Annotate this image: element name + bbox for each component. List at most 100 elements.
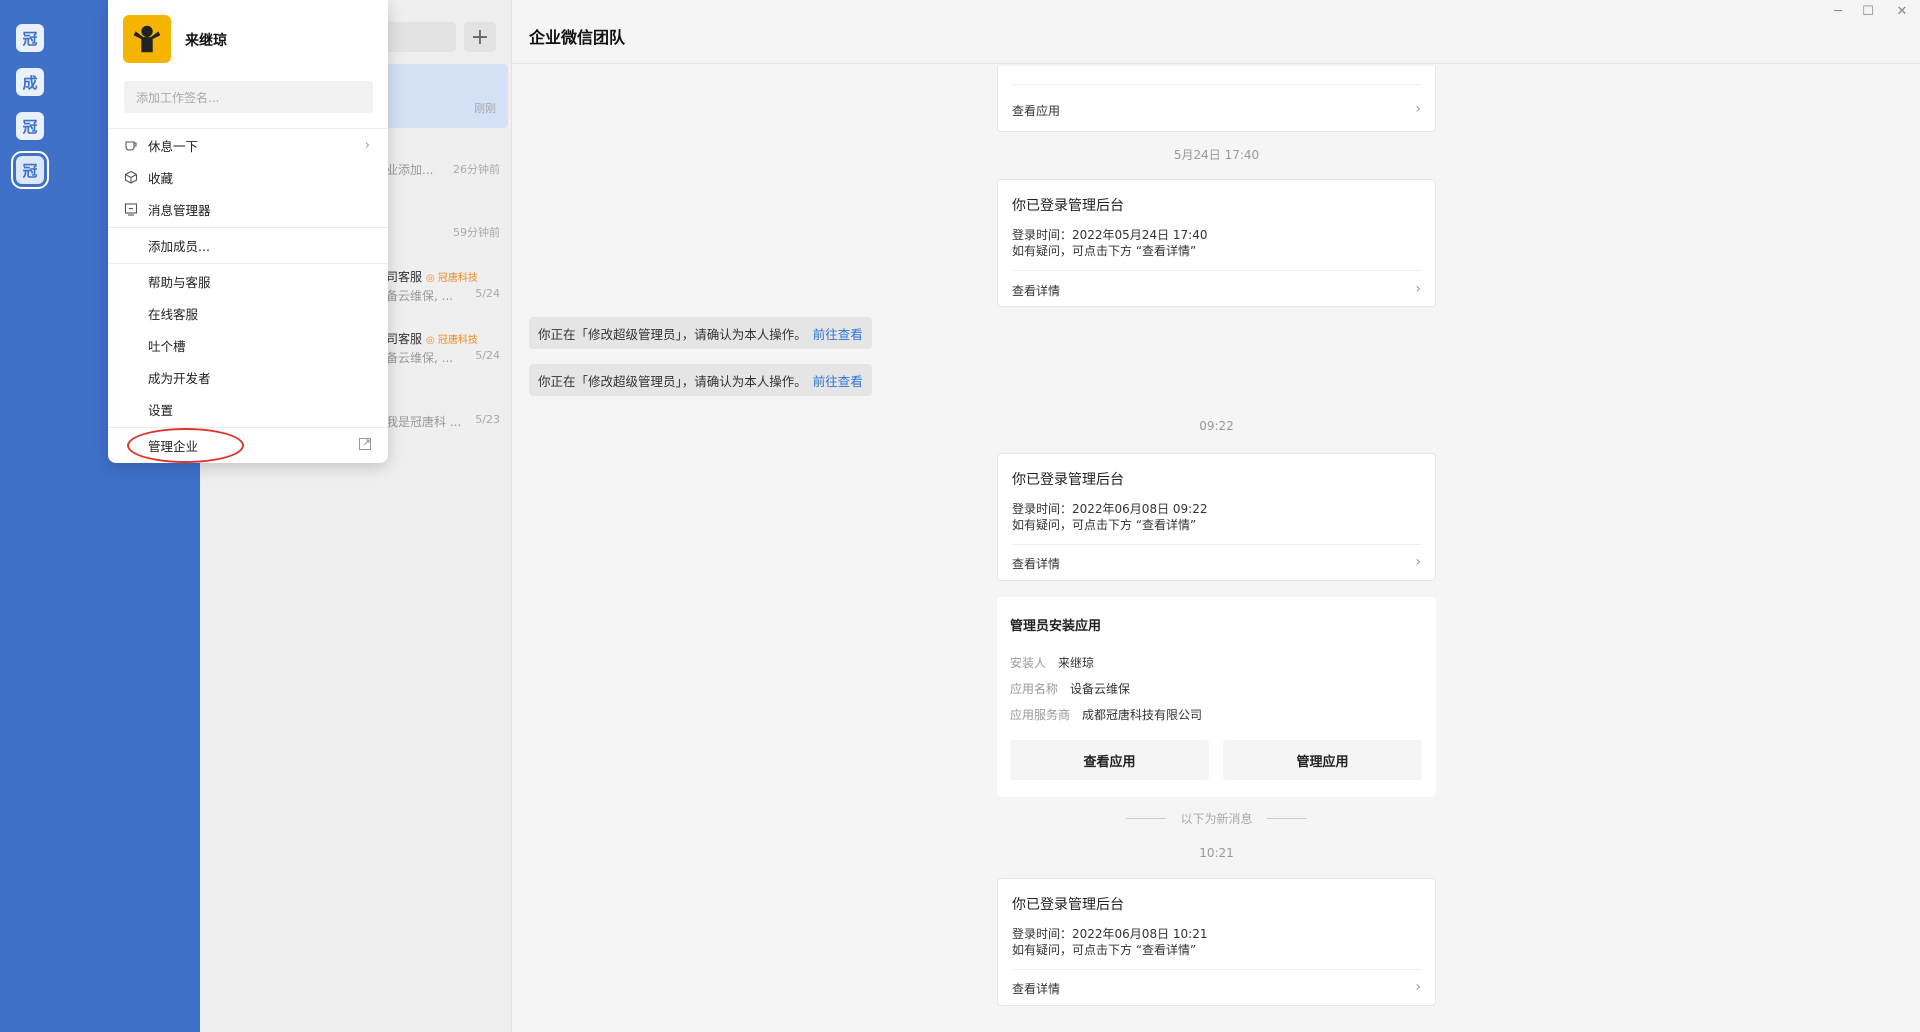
- coffee-cup-icon: [123, 137, 139, 153]
- message-manager-icon: [123, 201, 139, 217]
- maximize-icon[interactable]: ☐: [1858, 4, 1878, 19]
- view-details-link[interactable]: 查看详情: [1012, 555, 1060, 572]
- profile-name: 来继琼: [185, 33, 227, 49]
- menu-item-label: 收藏: [148, 170, 174, 186]
- menu-item-favorites[interactable]: 收藏: [108, 163, 388, 191]
- card-title: 管理员安装应用: [1010, 619, 1102, 634]
- menu-item-label: 吐个槽: [148, 338, 186, 354]
- login-notice-card: 你已登录管理后台 登录时间：2022年05月24日 17:40 如有疑问，可点击…: [997, 179, 1436, 307]
- chevron-right-icon: ›: [1415, 281, 1421, 297]
- conversation-preview: 备云维保, ...: [386, 289, 454, 303]
- menu-item-label: 消息管理器: [148, 202, 211, 218]
- new-messages-divider: 以下为新消息: [997, 810, 1436, 826]
- system-message: 你正在「修改超级管理员」，请确认为本人操作。 前往查看: [529, 364, 872, 396]
- chevron-right-icon: ›: [1415, 554, 1421, 570]
- login-time-line: 登录时间：2022年06月08日 10:21: [1012, 927, 1208, 941]
- hint-line: 如有疑问，可点击下方 “查看详情”: [1012, 244, 1197, 258]
- login-time-line: 登录时间：2022年06月08日 09:22: [1012, 502, 1208, 516]
- menu-item-label: 设置: [148, 402, 174, 418]
- strongman-avatar-icon: [133, 25, 161, 53]
- signature-input[interactable]: 添加工作签名...: [124, 81, 373, 113]
- login-notice-card: 你已登录管理后台 登录时间：2022年06月08日 09:22 如有疑问，可点击…: [997, 453, 1436, 581]
- conversation-preview: 我是冠唐科 ...: [386, 415, 462, 429]
- conversation-preview: 业添加...: [386, 163, 434, 177]
- login-time-line: 登录时间：2022年05月24日 17:40: [1012, 228, 1208, 242]
- conversation-name: 司客服 ◎ 冠唐科技: [386, 270, 478, 284]
- go-view-link[interactable]: 前往查看: [813, 371, 863, 390]
- conversation-time: 5/24: [475, 349, 500, 362]
- menu-item-message-manager[interactable]: 消息管理器: [108, 195, 388, 223]
- add-button[interactable]: +: [464, 22, 496, 52]
- minimize-icon[interactable]: ─: [1828, 4, 1848, 19]
- hint-line: 如有疑问，可点击下方 “查看详情”: [1012, 518, 1197, 532]
- enterprise-button-1[interactable]: 冠: [16, 24, 44, 52]
- installer-row: 安装人 来继琼: [1010, 654, 1094, 671]
- menu-item-feedback[interactable]: 吐个槽: [108, 331, 388, 359]
- enterprise-tag: ◎ 冠唐科技: [426, 335, 478, 346]
- app-card-partial: 查看应用 ›: [997, 66, 1436, 132]
- profile-dropdown-menu: 来继琼 添加工作签名... 休息一下 › 收藏 消息管理器 添加成员... 帮助…: [108, 0, 388, 463]
- chevron-right-icon: ›: [1415, 101, 1421, 117]
- enterprise-switcher-strip: 冠 成 冠 冠: [0, 0, 76, 1032]
- row-value: 来继琼: [1058, 656, 1095, 670]
- row-key: 应用名称: [1010, 682, 1059, 696]
- view-details-link[interactable]: 查看详情: [1012, 980, 1060, 997]
- chevron-right-icon: ›: [364, 137, 370, 153]
- chat-title: 企业微信团队: [529, 28, 626, 47]
- menu-item-label: 在线客服: [148, 306, 199, 322]
- row-value: 成都冠唐科技有限公司: [1082, 708, 1203, 722]
- enterprise-button-2[interactable]: 成: [16, 68, 44, 96]
- chat-panel: 企业微信团队 ─ ☐ ✕ 查看应用 › 5月24日 17:40 你已登录管理后台…: [512, 0, 1920, 1032]
- app-name-row: 应用名称 设备云维保: [1010, 680, 1130, 697]
- conversation-time: 26分钟前: [453, 163, 500, 176]
- chat-header: 企业微信团队 ─ ☐ ✕: [512, 0, 1920, 64]
- card-title: 你已登录管理后台: [1012, 472, 1124, 488]
- conversation-time: 5/24: [475, 287, 500, 300]
- conversation-time: 59分钟前: [453, 226, 500, 239]
- menu-item-label: 成为开发者: [148, 370, 211, 386]
- timestamp: 10:21: [1199, 846, 1234, 860]
- menu-item-take-a-break[interactable]: 休息一下 ›: [108, 131, 388, 159]
- hint-line: 如有疑问，可点击下方 “查看详情”: [1012, 943, 1197, 957]
- enterprise-tag: ◎ 冠唐科技: [426, 273, 478, 284]
- provider-row: 应用服务商 成都冠唐科技有限公司: [1010, 706, 1202, 723]
- profile-avatar[interactable]: [123, 15, 171, 63]
- highlight-annotation-ellipse: [127, 428, 244, 463]
- row-key: 应用服务商: [1010, 708, 1071, 722]
- timestamp: 09:22: [1199, 419, 1234, 433]
- conversation-name: 司客服 ◎ 冠唐科技: [386, 332, 478, 346]
- menu-item-settings[interactable]: 设置: [108, 395, 388, 423]
- divider-label: 以下为新消息: [1180, 811, 1253, 826]
- menu-item-label: 帮助与客服: [148, 274, 211, 290]
- row-key: 安装人: [1010, 656, 1047, 670]
- row-value: 设备云维保: [1070, 682, 1131, 696]
- menu-item-label: 休息一下: [148, 138, 199, 154]
- enterprise-button-3[interactable]: 冠: [16, 112, 44, 140]
- conversation-time: 5/23: [475, 413, 500, 426]
- card-title: 你已登录管理后台: [1012, 198, 1124, 214]
- menu-item-label: 添加成员...: [148, 238, 210, 254]
- view-details-link[interactable]: 查看详情: [1012, 282, 1060, 299]
- system-message: 你正在「修改超级管理员」，请确认为本人操作。 前往查看: [529, 317, 872, 349]
- go-view-link[interactable]: 前往查看: [813, 324, 863, 343]
- view-app-button[interactable]: 查看应用: [1010, 740, 1209, 780]
- enterprise-button-4-selected[interactable]: 冠: [11, 151, 49, 189]
- system-message-text: 你正在「修改超级管理员」，请确认为本人操作。: [538, 373, 807, 389]
- external-link-icon: [358, 437, 372, 455]
- card-title: 你已登录管理后台: [1012, 897, 1124, 913]
- menu-item-online-support[interactable]: 在线客服: [108, 299, 388, 327]
- conversation-time: 刚刚: [474, 102, 496, 115]
- menu-item-help-support[interactable]: 帮助与客服: [108, 267, 388, 295]
- close-icon[interactable]: ✕: [1892, 4, 1912, 19]
- timestamp: 5月24日 17:40: [1173, 148, 1260, 162]
- view-app-link[interactable]: 查看应用: [1012, 102, 1060, 119]
- conversation-preview: 备云维保, ...: [386, 351, 454, 365]
- manage-app-button[interactable]: 管理应用: [1223, 740, 1422, 780]
- menu-item-add-member[interactable]: 添加成员...: [108, 231, 388, 259]
- wecom-app-window: 冠 成 冠 冠 + 刚刚 业添加... 26分钟前 59分钟前 司客服 ◎ 冠唐…: [0, 0, 1920, 1032]
- chevron-right-icon: ›: [1415, 979, 1421, 995]
- login-notice-card: 你已登录管理后台 登录时间：2022年06月08日 10:21 如有疑问，可点击…: [997, 878, 1436, 1006]
- admin-install-app-card: 管理员安装应用 安装人 来继琼 应用名称 设备云维保 应用服务商 成都冠唐科技有限公司…: [997, 597, 1436, 797]
- menu-item-become-developer[interactable]: 成为开发者: [108, 363, 388, 391]
- system-message-text: 你正在「修改超级管理员」，请确认为本人操作。: [538, 326, 807, 342]
